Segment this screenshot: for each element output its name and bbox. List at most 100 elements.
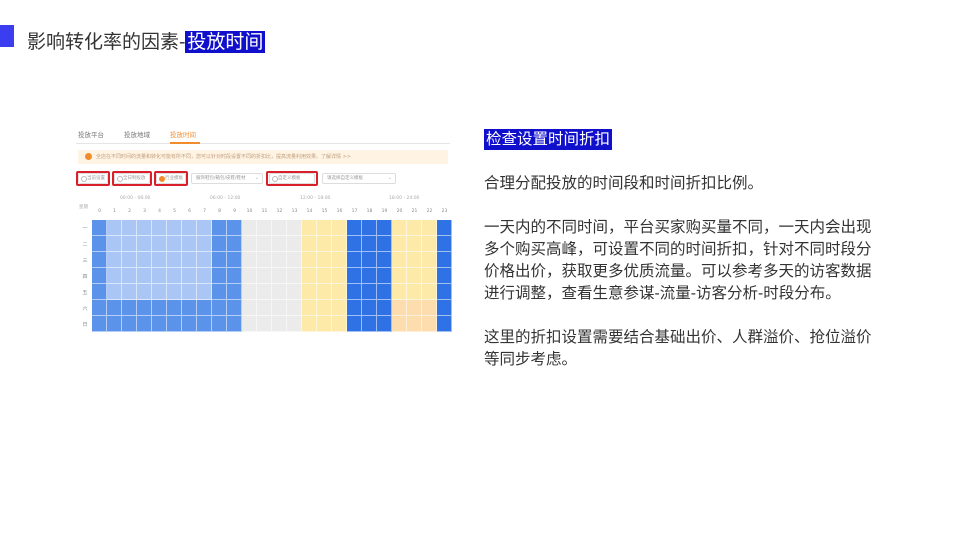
time-cell[interactable] [407,300,422,316]
time-cell[interactable] [242,284,257,300]
time-cell[interactable] [407,316,422,332]
time-cell[interactable] [242,316,257,332]
time-cell[interactable] [122,300,137,316]
time-cell[interactable] [437,316,452,332]
time-cell[interactable] [422,220,437,236]
time-cell[interactable] [362,316,377,332]
time-cell[interactable] [377,316,392,332]
time-cell[interactable] [122,220,137,236]
time-cell[interactable] [197,236,212,252]
time-cell[interactable] [317,316,332,332]
time-cell[interactable] [152,284,167,300]
time-cell[interactable] [437,284,452,300]
time-cell[interactable] [287,252,302,268]
time-cell[interactable] [257,284,272,300]
time-cell[interactable] [122,284,137,300]
time-cell[interactable] [197,268,212,284]
time-cell[interactable] [227,300,242,316]
time-cell[interactable] [182,316,197,332]
time-cell[interactable] [272,284,287,300]
time-cell[interactable] [197,284,212,300]
time-cell[interactable] [392,268,407,284]
time-cell[interactable] [182,268,197,284]
time-cell[interactable] [212,236,227,252]
time-cell[interactable] [197,316,212,332]
time-cell[interactable] [317,236,332,252]
time-cell[interactable] [257,300,272,316]
time-cell[interactable] [317,284,332,300]
time-cell[interactable] [287,236,302,252]
time-cell[interactable] [332,300,347,316]
time-cell[interactable] [257,220,272,236]
time-cell[interactable] [92,236,107,252]
time-cell[interactable] [137,300,152,316]
time-cell[interactable] [167,236,182,252]
time-cell[interactable] [242,236,257,252]
custom-template-select[interactable]: 请选择自定义模板 ⌄ [322,173,396,184]
time-cell[interactable] [122,252,137,268]
time-cell[interactable] [362,236,377,252]
tab-platform[interactable]: 投放平台 [78,129,104,139]
time-cell[interactable] [152,252,167,268]
time-cell[interactable] [392,300,407,316]
time-cell[interactable] [107,268,122,284]
time-cell[interactable] [377,220,392,236]
time-cell[interactable] [317,220,332,236]
time-cell[interactable] [137,284,152,300]
time-cell[interactable] [227,236,242,252]
tab-time[interactable]: 投放时间 [170,129,196,139]
time-cell[interactable] [212,268,227,284]
time-cell[interactable] [302,284,317,300]
time-cell[interactable] [152,300,167,316]
time-cell[interactable] [122,268,137,284]
time-cell[interactable] [212,252,227,268]
time-cell[interactable] [332,236,347,252]
time-cell[interactable] [362,220,377,236]
industry-template-select[interactable]: 服饰鞋包/箱包/皮鞋/鞋材 ⌄ [191,173,263,184]
time-cell[interactable] [152,268,167,284]
time-cell[interactable] [92,268,107,284]
time-cell[interactable] [377,236,392,252]
time-cell[interactable] [407,236,422,252]
time-cell[interactable] [332,268,347,284]
time-cell[interactable] [167,268,182,284]
time-cell[interactable] [272,300,287,316]
time-cell[interactable] [107,284,122,300]
time-cell[interactable] [92,284,107,300]
time-cell[interactable] [182,236,197,252]
time-cell[interactable] [182,284,197,300]
time-cell[interactable] [92,220,107,236]
time-cell[interactable] [137,268,152,284]
time-cell[interactable] [407,220,422,236]
time-cell[interactable] [347,236,362,252]
time-cell[interactable] [302,252,317,268]
time-cell[interactable] [347,252,362,268]
time-cell[interactable] [212,284,227,300]
time-cell[interactable] [362,300,377,316]
time-cell[interactable] [167,300,182,316]
time-cell[interactable] [347,300,362,316]
time-cell[interactable] [212,300,227,316]
time-cell[interactable] [227,220,242,236]
time-cell[interactable] [317,268,332,284]
time-cell[interactable] [92,316,107,332]
time-cell[interactable] [377,268,392,284]
time-cell[interactable] [107,316,122,332]
time-cell[interactable] [197,300,212,316]
time-cell[interactable] [107,300,122,316]
time-cell[interactable] [407,252,422,268]
time-cell[interactable] [257,268,272,284]
time-cell[interactable] [182,220,197,236]
time-cell[interactable] [272,316,287,332]
time-cell[interactable] [347,316,362,332]
time-cell[interactable] [137,236,152,252]
time-cell[interactable] [287,300,302,316]
time-cell[interactable] [167,220,182,236]
time-cell[interactable] [122,316,137,332]
time-cell[interactable] [362,268,377,284]
time-cell[interactable] [272,268,287,284]
time-cell[interactable] [137,252,152,268]
time-cell[interactable] [242,268,257,284]
time-cell[interactable] [182,252,197,268]
time-cell[interactable] [167,316,182,332]
